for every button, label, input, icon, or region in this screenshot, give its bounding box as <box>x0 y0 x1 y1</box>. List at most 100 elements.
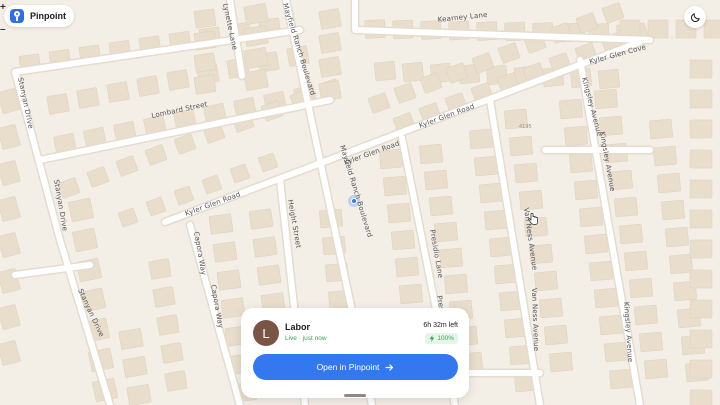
building <box>391 229 415 251</box>
building <box>594 287 618 309</box>
building <box>634 304 658 326</box>
building <box>661 199 685 221</box>
building <box>419 143 443 165</box>
building <box>469 128 493 150</box>
building <box>444 273 468 295</box>
building <box>653 145 677 167</box>
building <box>46 93 70 115</box>
avatar: L <box>253 320 279 346</box>
building <box>243 47 269 69</box>
person-name: Labor <box>285 322 311 332</box>
building <box>689 179 713 199</box>
building <box>193 52 217 73</box>
building <box>474 155 498 177</box>
building <box>424 169 448 191</box>
building <box>619 223 643 245</box>
building <box>689 89 713 109</box>
zoom-out-icon[interactable]: – <box>0 24 10 36</box>
building <box>118 328 144 350</box>
building <box>624 250 648 272</box>
app-brand[interactable]: Pinpoint <box>4 5 74 27</box>
open-button-label: Open in Pinpoint <box>316 362 380 372</box>
open-in-pinpoint-button[interactable]: Open in Pinpoint <box>253 354 458 380</box>
building <box>160 342 184 364</box>
building <box>579 206 603 228</box>
building <box>212 241 238 263</box>
moon-icon <box>690 12 700 22</box>
building <box>429 195 453 217</box>
building <box>395 256 419 278</box>
building <box>657 172 681 194</box>
building <box>72 227 98 253</box>
building <box>665 226 689 248</box>
building <box>216 269 242 291</box>
building <box>193 74 217 95</box>
building <box>539 297 563 319</box>
building <box>76 87 100 109</box>
building <box>243 69 269 91</box>
building <box>252 236 278 258</box>
building <box>589 260 613 282</box>
arrow-right-icon <box>385 363 394 371</box>
building <box>604 341 628 363</box>
building <box>248 208 274 230</box>
hand-cursor-icon <box>528 213 538 225</box>
person-card[interactable]: L Labor Live · just now 6h 32m left 100%… <box>241 308 469 398</box>
building <box>479 182 503 204</box>
building <box>594 88 618 110</box>
bolt-icon <box>430 335 435 342</box>
building <box>387 202 411 224</box>
building <box>569 152 593 174</box>
building <box>122 356 148 378</box>
building <box>318 56 342 78</box>
building <box>68 197 94 223</box>
sheet-drag-handle[interactable] <box>344 394 366 397</box>
building <box>399 283 423 305</box>
pinpoint-logo-icon <box>10 9 24 23</box>
building <box>689 299 713 319</box>
building <box>629 277 653 299</box>
building <box>126 384 152 405</box>
building <box>689 119 713 139</box>
current-location-marker[interactable] <box>348 195 360 207</box>
building <box>689 239 713 259</box>
building <box>383 175 407 197</box>
app-name: Pinpoint <box>30 11 66 21</box>
address-number: 4195 <box>519 124 532 130</box>
building <box>689 149 713 169</box>
building <box>584 233 608 255</box>
building <box>564 125 588 147</box>
building <box>689 269 713 289</box>
building <box>609 368 633 390</box>
building <box>599 314 623 336</box>
building <box>166 69 190 91</box>
building <box>689 59 713 79</box>
building <box>136 75 160 97</box>
building <box>614 196 638 218</box>
building <box>509 135 533 157</box>
building <box>689 329 713 349</box>
building <box>148 258 172 280</box>
building <box>544 324 568 346</box>
building <box>152 286 176 308</box>
battery-badge: 100% <box>425 333 458 344</box>
battery-level: 100% <box>437 335 454 342</box>
building <box>156 314 180 336</box>
building <box>703 19 720 39</box>
building <box>597 68 621 90</box>
building <box>318 8 342 30</box>
building <box>644 358 668 380</box>
building <box>689 359 713 379</box>
building <box>669 253 693 275</box>
building <box>689 209 713 229</box>
building <box>549 351 573 373</box>
building <box>106 81 130 103</box>
building <box>689 389 713 405</box>
building <box>519 189 543 211</box>
building <box>373 60 397 82</box>
building <box>514 162 538 184</box>
theme-toggle-button[interactable] <box>684 6 706 28</box>
time-left: 6h 32m left <box>423 322 458 329</box>
building <box>559 98 583 120</box>
avatar-initial: L <box>262 325 270 341</box>
